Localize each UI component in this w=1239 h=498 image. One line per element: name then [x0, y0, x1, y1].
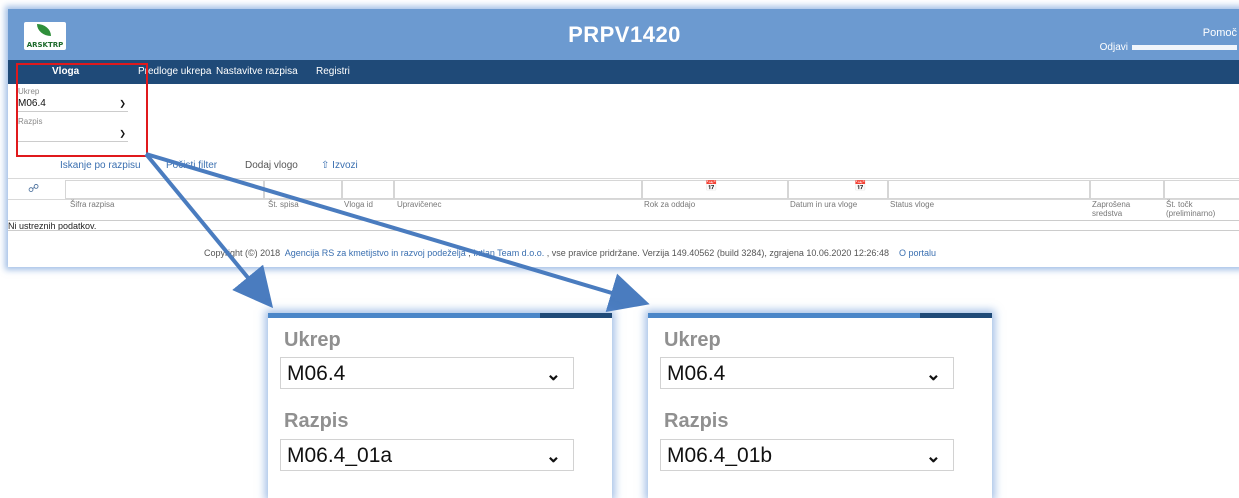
arrow-to-left-zoom	[144, 152, 274, 309]
chevron-down-icon: ⌄	[545, 446, 561, 466]
zoom-bar-accent	[920, 313, 992, 318]
razpis-select-value: M06.4_01b	[667, 444, 773, 467]
ukrep-select[interactable]: M06.4 ⌄	[280, 357, 574, 389]
ukrep-select-value: M06.4	[287, 362, 346, 385]
arrow-to-right-zoom	[145, 152, 650, 313]
ukrep-select-value: M06.4	[667, 362, 726, 385]
razpis-select-value: M06.4_01a	[287, 444, 393, 467]
razpis-label: Razpis	[664, 410, 729, 432]
chevron-down-icon: ⌄	[925, 446, 941, 466]
ukrep-label: Ukrep	[284, 329, 341, 351]
chevron-down-icon: ⌄	[545, 364, 561, 384]
zoom-panel-left: Ukrep M06.4 ⌄ Razpis M06.4_01a ⌄	[268, 313, 612, 498]
razpis-select[interactable]: M06.4_01a ⌄	[280, 439, 574, 471]
zoom-bar-accent	[540, 313, 612, 318]
razpis-select[interactable]: M06.4_01b ⌄	[660, 439, 954, 471]
callout-arrows	[144, 152, 650, 313]
chevron-down-icon: ⌄	[925, 364, 941, 384]
ukrep-label: Ukrep	[664, 329, 721, 351]
ukrep-select[interactable]: M06.4 ⌄	[660, 357, 954, 389]
razpis-label: Razpis	[284, 410, 349, 432]
zoom-panel-right: Ukrep M06.4 ⌄ Razpis M06.4_01b ⌄	[648, 313, 992, 498]
